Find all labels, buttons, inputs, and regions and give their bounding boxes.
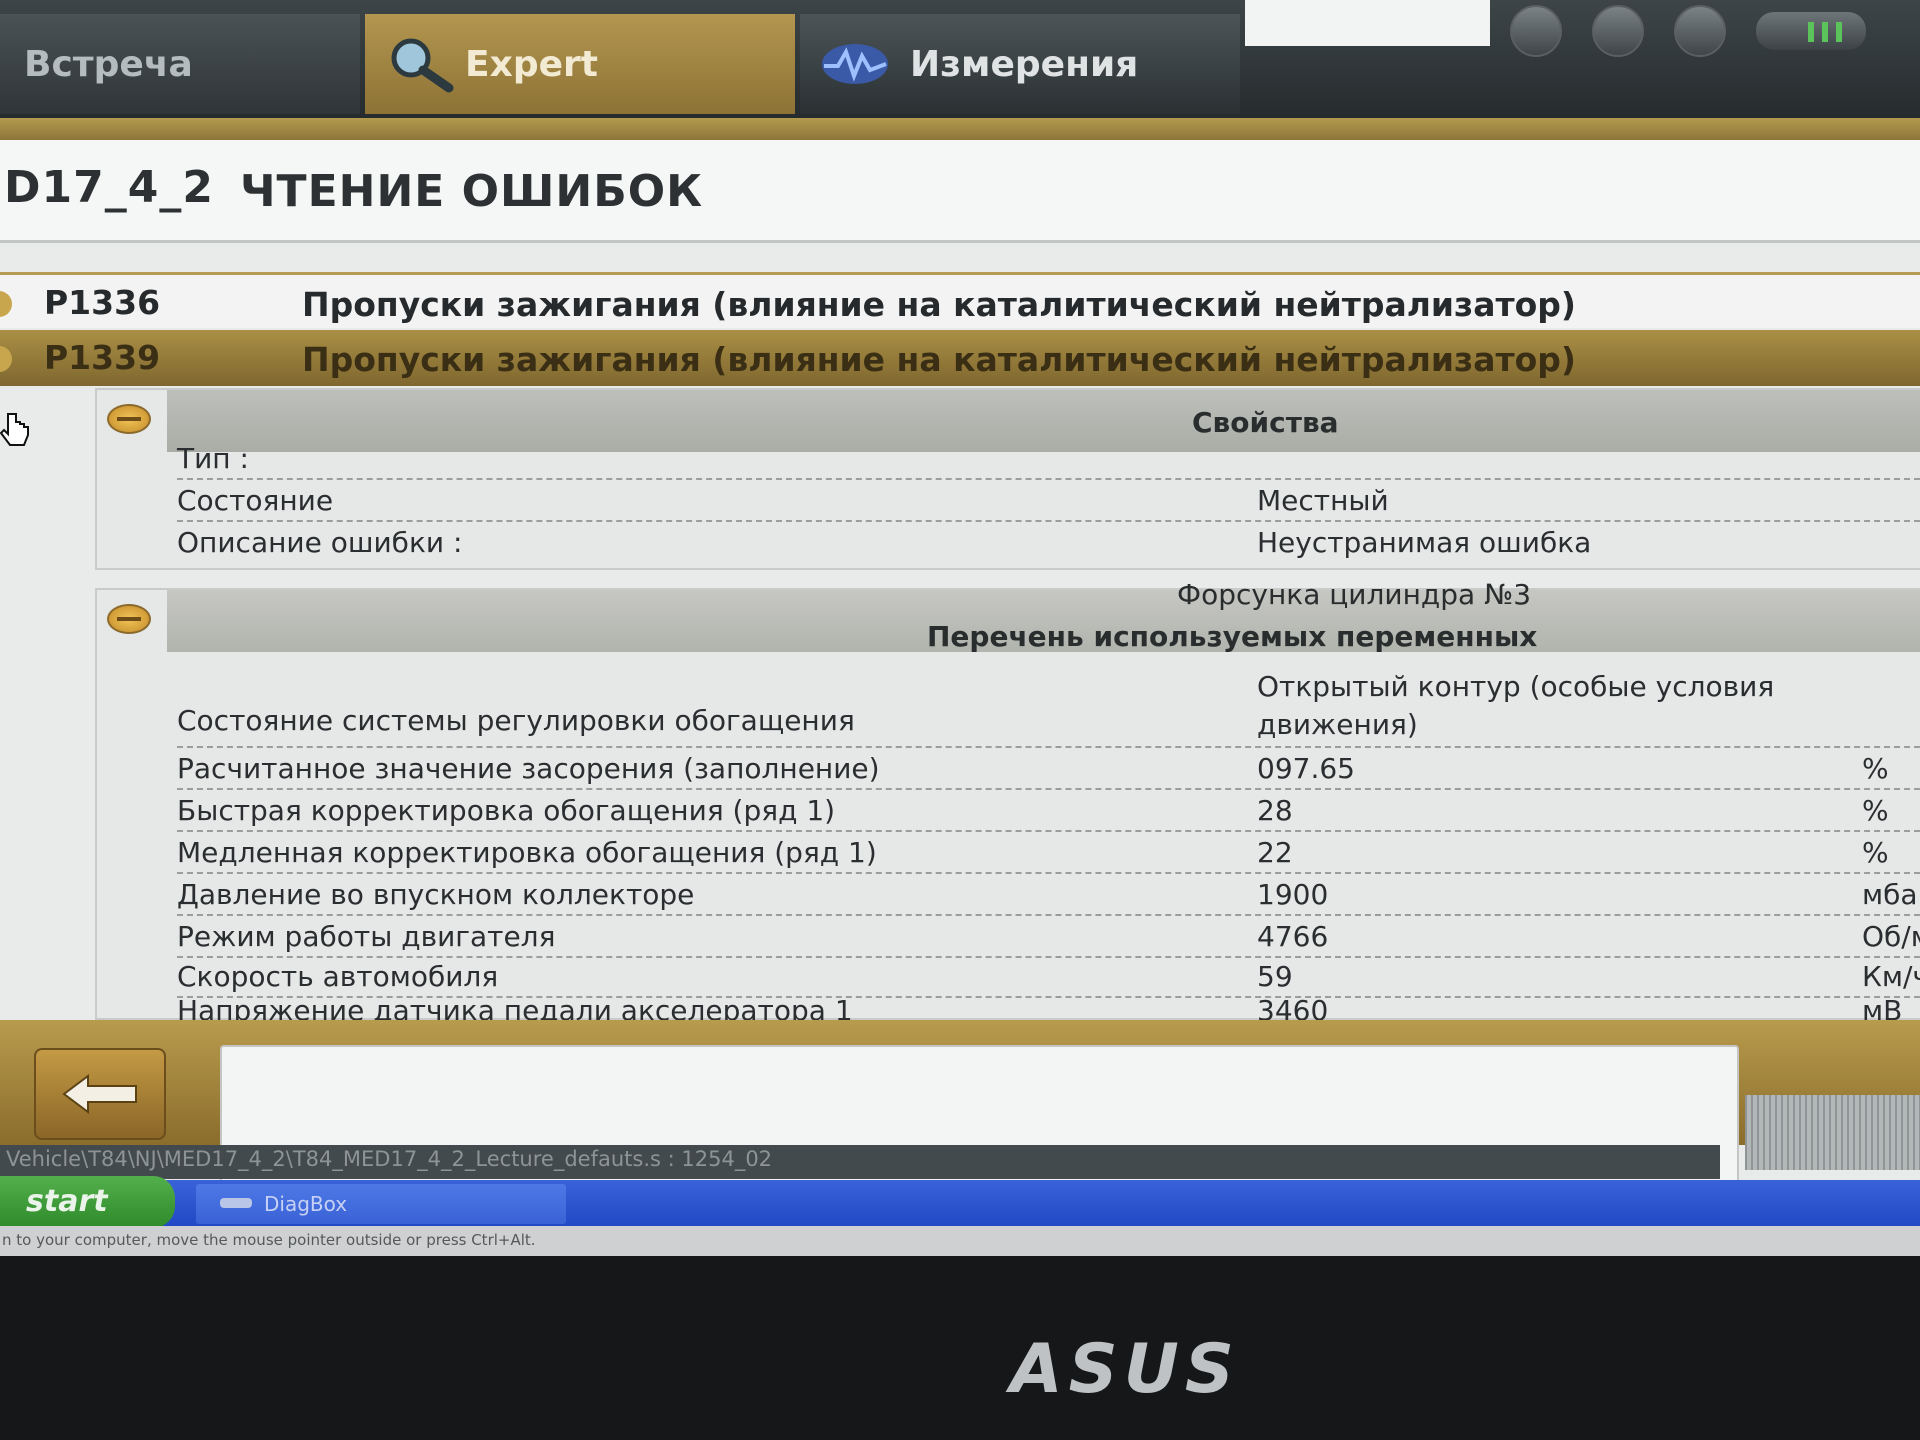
remote-hint-bar: n to your computer, move the mouse point… — [0, 1226, 1920, 1256]
laptop-bezel — [0, 1256, 1920, 1440]
property-value: Местный — [1257, 484, 1389, 517]
tab-expert-label: Expert — [465, 43, 598, 85]
variable-unit: % — [1862, 836, 1889, 869]
status-path: Vehicle\T84\NJ\MED17_4_2\T84_MED17_4_2_L… — [6, 1147, 773, 1171]
fault-code: P1339 — [44, 338, 161, 377]
variables-panel: Перечень используемых переменных Форсунк… — [95, 578, 1920, 1027]
collapse-properties-button[interactable] — [107, 404, 151, 434]
property-label: Описание ошибки : — [177, 526, 463, 559]
fault-description: Пропуски зажигания (влияние на каталитич… — [302, 340, 1576, 379]
variable-value: 22 — [1257, 836, 1293, 869]
start-button[interactable]: start — [0, 1176, 175, 1228]
properties-header-text: Свойства — [1192, 406, 1339, 439]
magnifier-icon — [391, 38, 454, 93]
asus-logo: ASUS — [1010, 1330, 1240, 1409]
variable-unit: мбар — [1862, 878, 1920, 911]
variable-row: Медленная корректировка обогащения (ряд … — [177, 832, 1920, 874]
property-row: Тип : — [177, 438, 1920, 480]
header-divider — [0, 118, 1920, 140]
arrow-left-icon — [62, 1074, 137, 1114]
battery-icon — [1756, 12, 1866, 50]
download-icon[interactable] — [1510, 5, 1562, 57]
property-label: Состояние — [177, 484, 334, 517]
variable-row: Быстрая корректировка обогащения (ряд 1)… — [177, 790, 1920, 832]
variable-value: 28 — [1257, 794, 1293, 827]
variable-label: Давление во впускном коллекторе — [177, 878, 695, 911]
variable-value: Открытый контур (особые условия движения… — [1257, 670, 1775, 741]
status-path-bar: Vehicle\T84\NJ\MED17_4_2\T84_MED17_4_2_L… — [0, 1145, 1720, 1179]
taskbar-item-diagbox[interactable]: DiagBox — [196, 1184, 566, 1224]
variable-label: Скорость автомобиля — [177, 960, 499, 993]
fault-code: P1336 — [44, 283, 161, 322]
variables-header: Перечень используемых переменных Форсунк… — [167, 578, 1920, 653]
variable-unit: % — [1862, 752, 1889, 785]
property-value: Форсунка цилиндра №3 — [1177, 578, 1532, 611]
fault-bullet-icon — [0, 346, 12, 372]
tab-measurements-label: Измерения — [910, 43, 1139, 85]
fault-bullet-icon — [0, 291, 12, 317]
top-bar: Встреча Expert Измерения — [0, 0, 1920, 118]
collapse-variables-button[interactable] — [107, 604, 151, 634]
back-button[interactable] — [34, 1048, 166, 1140]
variable-row: Расчитанное значение засорения (заполнен… — [177, 748, 1920, 790]
waveform-icon — [822, 44, 888, 84]
variable-value: 097.65 — [1257, 752, 1355, 785]
variables-header-text: Перечень используемых переменных — [927, 620, 1538, 653]
screen: Встреча Expert Измерения D17_4_2 ЧТЕНИЕ … — [0, 0, 1920, 1300]
taskbar-item-label: DiagBox — [264, 1192, 348, 1216]
variable-label: Режим работы двигателя — [177, 920, 556, 953]
tab-meeting-label: Встреча — [24, 43, 193, 85]
variable-unit: Об/мин — [1862, 920, 1920, 953]
property-row: Описание ошибки : Неустранимая ошибка — [177, 522, 1920, 562]
at-sign-icon[interactable] — [1674, 5, 1726, 57]
remote-hint-text: n to your computer, move the mouse point… — [2, 1231, 536, 1249]
top-blank-area — [1245, 0, 1490, 46]
variable-value: 59 — [1257, 960, 1293, 993]
fault-row[interactable]: P1336 Пропуски зажигания (влияние на кат… — [0, 272, 1920, 328]
variable-row: Режим работы двигателя 4766 Об/мин — [177, 916, 1920, 958]
variable-row: Состояние системы регулировки обогащения… — [177, 670, 1920, 748]
property-label: Тип : — [177, 442, 249, 475]
page-title-code: D17_4_2 — [4, 162, 214, 213]
variable-label: Медленная корректировка обогащения (ряд … — [177, 836, 877, 869]
variable-value: 4766 — [1257, 920, 1329, 953]
tab-measurements[interactable]: Измерения — [800, 14, 1240, 114]
variable-value: 1900 — [1257, 878, 1329, 911]
variable-label: Состояние системы регулировки обогащения — [177, 704, 855, 737]
property-value: Неустранимая ошибка — [1257, 526, 1592, 559]
property-row: Состояние Местный — [177, 480, 1920, 522]
fault-row-selected[interactable]: P1339 Пропуски зажигания (влияние на кат… — [0, 330, 1920, 386]
variable-row: Давление во впускном коллекторе 1900 мба… — [177, 874, 1920, 916]
variable-label: Быстрая корректировка обогащения (ряд 1) — [177, 794, 836, 827]
toolbar-icons — [1490, 4, 1920, 58]
variable-label: Расчитанное значение засорения (заполнен… — [177, 752, 880, 785]
page-title: D17_4_2 ЧТЕНИЕ ОШИБОК — [0, 140, 1920, 243]
diagbox-icon — [220, 1198, 252, 1208]
tab-meeting[interactable]: Встреча — [0, 14, 360, 114]
fault-description: Пропуски зажигания (влияние на каталитич… — [302, 285, 1576, 324]
user-icon[interactable] — [1592, 5, 1644, 57]
hand-cursor-icon — [0, 413, 29, 446]
page-title-text: ЧТЕНИЕ ОШИБОК — [240, 166, 704, 217]
variable-unit: Км/ч — [1862, 960, 1920, 993]
variable-unit: % — [1862, 794, 1889, 827]
properties-panel: Свойства Тип : Состояние Местный Описани… — [95, 388, 1920, 570]
grid-pattern — [1745, 1095, 1920, 1170]
start-label: start — [26, 1184, 108, 1219]
tab-expert[interactable]: Expert — [365, 14, 795, 114]
